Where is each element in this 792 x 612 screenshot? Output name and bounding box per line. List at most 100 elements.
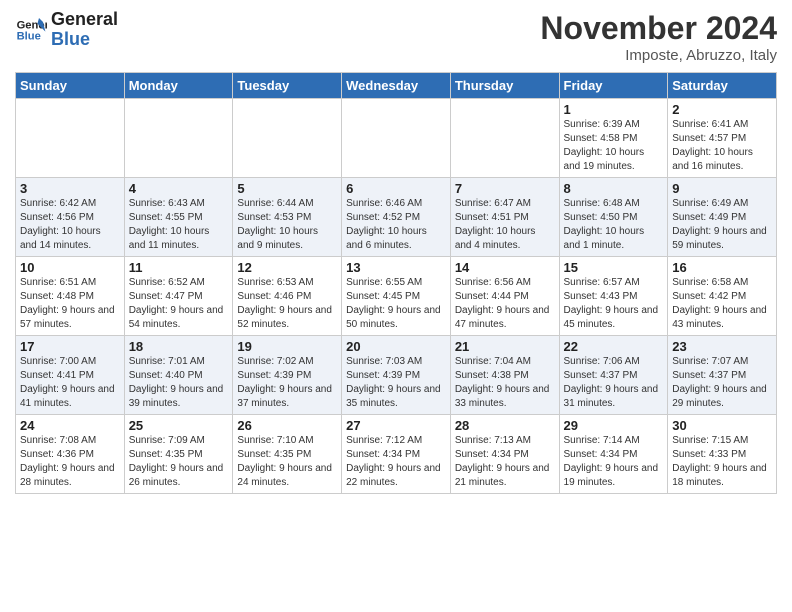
day-number: 23 (672, 339, 772, 354)
header-row: Sunday Monday Tuesday Wednesday Thursday… (16, 73, 777, 99)
table-row: 18Sunrise: 7:01 AM Sunset: 4:40 PM Dayli… (124, 336, 233, 415)
page-container: General Blue General Blue November 2024 … (0, 0, 792, 509)
day-number: 7 (455, 181, 555, 196)
day-number: 18 (129, 339, 229, 354)
day-number: 25 (129, 418, 229, 433)
col-wednesday: Wednesday (342, 73, 451, 99)
day-info: Sunrise: 6:52 AM Sunset: 4:47 PM Dayligh… (129, 276, 229, 332)
table-row: 17Sunrise: 7:00 AM Sunset: 4:41 PM Dayli… (16, 336, 125, 415)
day-number: 24 (20, 418, 120, 433)
logo-blue: Blue (51, 30, 118, 50)
day-info: Sunrise: 7:12 AM Sunset: 4:34 PM Dayligh… (346, 434, 446, 490)
day-number: 3 (20, 181, 120, 196)
col-monday: Monday (124, 73, 233, 99)
day-number: 22 (564, 339, 664, 354)
day-info: Sunrise: 6:44 AM Sunset: 4:53 PM Dayligh… (237, 197, 337, 253)
table-row: 6Sunrise: 6:46 AM Sunset: 4:52 PM Daylig… (342, 178, 451, 257)
table-row: 30Sunrise: 7:15 AM Sunset: 4:33 PM Dayli… (668, 415, 777, 494)
table-row: 5Sunrise: 6:44 AM Sunset: 4:53 PM Daylig… (233, 178, 342, 257)
table-row: 24Sunrise: 7:08 AM Sunset: 4:36 PM Dayli… (16, 415, 125, 494)
table-row: 11Sunrise: 6:52 AM Sunset: 4:47 PM Dayli… (124, 257, 233, 336)
table-row: 10Sunrise: 6:51 AM Sunset: 4:48 PM Dayli… (16, 257, 125, 336)
table-row (124, 99, 233, 178)
day-info: Sunrise: 6:39 AM Sunset: 4:58 PM Dayligh… (564, 118, 664, 174)
day-info: Sunrise: 6:43 AM Sunset: 4:55 PM Dayligh… (129, 197, 229, 253)
table-row: 26Sunrise: 7:10 AM Sunset: 4:35 PM Dayli… (233, 415, 342, 494)
table-row: 15Sunrise: 6:57 AM Sunset: 4:43 PM Dayli… (559, 257, 668, 336)
day-info: Sunrise: 7:08 AM Sunset: 4:36 PM Dayligh… (20, 434, 120, 490)
day-number: 30 (672, 418, 772, 433)
day-info: Sunrise: 6:51 AM Sunset: 4:48 PM Dayligh… (20, 276, 120, 332)
day-info: Sunrise: 7:00 AM Sunset: 4:41 PM Dayligh… (20, 355, 120, 411)
table-row: 27Sunrise: 7:12 AM Sunset: 4:34 PM Dayli… (342, 415, 451, 494)
day-number: 17 (20, 339, 120, 354)
col-tuesday: Tuesday (233, 73, 342, 99)
table-row: 22Sunrise: 7:06 AM Sunset: 4:37 PM Dayli… (559, 336, 668, 415)
table-row (342, 99, 451, 178)
table-row: 2Sunrise: 6:41 AM Sunset: 4:57 PM Daylig… (668, 99, 777, 178)
svg-text:Blue: Blue (17, 30, 41, 42)
day-info: Sunrise: 7:04 AM Sunset: 4:38 PM Dayligh… (455, 355, 555, 411)
calendar-row: 10Sunrise: 6:51 AM Sunset: 4:48 PM Dayli… (16, 257, 777, 336)
calendar-row: 24Sunrise: 7:08 AM Sunset: 4:36 PM Dayli… (16, 415, 777, 494)
day-number: 26 (237, 418, 337, 433)
day-number: 5 (237, 181, 337, 196)
logo-general: General (51, 10, 118, 30)
day-number: 8 (564, 181, 664, 196)
day-info: Sunrise: 7:07 AM Sunset: 4:37 PM Dayligh… (672, 355, 772, 411)
day-info: Sunrise: 7:03 AM Sunset: 4:39 PM Dayligh… (346, 355, 446, 411)
day-info: Sunrise: 7:10 AM Sunset: 4:35 PM Dayligh… (237, 434, 337, 490)
day-number: 15 (564, 260, 664, 275)
col-thursday: Thursday (450, 73, 559, 99)
col-friday: Friday (559, 73, 668, 99)
day-info: Sunrise: 7:06 AM Sunset: 4:37 PM Dayligh… (564, 355, 664, 411)
table-row: 1Sunrise: 6:39 AM Sunset: 4:58 PM Daylig… (559, 99, 668, 178)
page-header: General Blue General Blue November 2024 … (15, 10, 777, 64)
logo-icon: General Blue (15, 14, 47, 46)
day-info: Sunrise: 7:09 AM Sunset: 4:35 PM Dayligh… (129, 434, 229, 490)
logo: General Blue General Blue (15, 10, 118, 50)
day-info: Sunrise: 7:02 AM Sunset: 4:39 PM Dayligh… (237, 355, 337, 411)
day-number: 27 (346, 418, 446, 433)
table-row: 9Sunrise: 6:49 AM Sunset: 4:49 PM Daylig… (668, 178, 777, 257)
table-row: 16Sunrise: 6:58 AM Sunset: 4:42 PM Dayli… (668, 257, 777, 336)
day-info: Sunrise: 6:46 AM Sunset: 4:52 PM Dayligh… (346, 197, 446, 253)
day-number: 9 (672, 181, 772, 196)
table-row: 3Sunrise: 6:42 AM Sunset: 4:56 PM Daylig… (16, 178, 125, 257)
day-info: Sunrise: 7:13 AM Sunset: 4:34 PM Dayligh… (455, 434, 555, 490)
table-row: 8Sunrise: 6:48 AM Sunset: 4:50 PM Daylig… (559, 178, 668, 257)
day-number: 21 (455, 339, 555, 354)
calendar-row: 3Sunrise: 6:42 AM Sunset: 4:56 PM Daylig… (16, 178, 777, 257)
table-row: 28Sunrise: 7:13 AM Sunset: 4:34 PM Dayli… (450, 415, 559, 494)
day-info: Sunrise: 6:57 AM Sunset: 4:43 PM Dayligh… (564, 276, 664, 332)
table-row: 4Sunrise: 6:43 AM Sunset: 4:55 PM Daylig… (124, 178, 233, 257)
day-info: Sunrise: 6:53 AM Sunset: 4:46 PM Dayligh… (237, 276, 337, 332)
day-info: Sunrise: 7:14 AM Sunset: 4:34 PM Dayligh… (564, 434, 664, 490)
calendar-row: 17Sunrise: 7:00 AM Sunset: 4:41 PM Dayli… (16, 336, 777, 415)
table-row (233, 99, 342, 178)
day-info: Sunrise: 6:58 AM Sunset: 4:42 PM Dayligh… (672, 276, 772, 332)
day-number: 19 (237, 339, 337, 354)
table-row: 21Sunrise: 7:04 AM Sunset: 4:38 PM Dayli… (450, 336, 559, 415)
day-info: Sunrise: 6:41 AM Sunset: 4:57 PM Dayligh… (672, 118, 772, 174)
day-number: 1 (564, 102, 664, 117)
table-row: 25Sunrise: 7:09 AM Sunset: 4:35 PM Dayli… (124, 415, 233, 494)
calendar-row: 1Sunrise: 6:39 AM Sunset: 4:58 PM Daylig… (16, 99, 777, 178)
day-number: 16 (672, 260, 772, 275)
day-info: Sunrise: 6:42 AM Sunset: 4:56 PM Dayligh… (20, 197, 120, 253)
day-number: 12 (237, 260, 337, 275)
col-sunday: Sunday (16, 73, 125, 99)
calendar-table: Sunday Monday Tuesday Wednesday Thursday… (15, 72, 777, 494)
day-number: 14 (455, 260, 555, 275)
table-row: 12Sunrise: 6:53 AM Sunset: 4:46 PM Dayli… (233, 257, 342, 336)
table-row: 14Sunrise: 6:56 AM Sunset: 4:44 PM Dayli… (450, 257, 559, 336)
location: Imposte, Abruzzo, Italy (540, 47, 777, 64)
day-number: 10 (20, 260, 120, 275)
day-info: Sunrise: 6:56 AM Sunset: 4:44 PM Dayligh… (455, 276, 555, 332)
day-number: 28 (455, 418, 555, 433)
day-number: 20 (346, 339, 446, 354)
table-row (16, 99, 125, 178)
day-number: 13 (346, 260, 446, 275)
col-saturday: Saturday (668, 73, 777, 99)
table-row (450, 99, 559, 178)
